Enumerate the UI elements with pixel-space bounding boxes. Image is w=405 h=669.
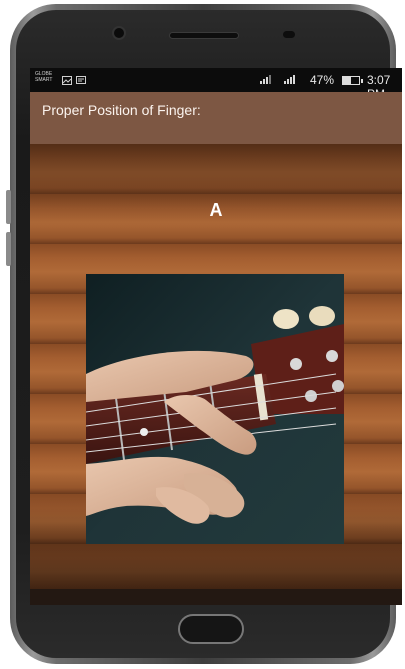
app-bar: Proper Position of Finger:	[30, 92, 402, 144]
volume-button	[6, 232, 11, 266]
signal-icon	[260, 74, 271, 84]
chord-label: A	[209, 200, 223, 220]
signal-icon	[284, 74, 295, 84]
status-bar: GLOBE SMART 47% 3:07 PM	[30, 68, 402, 101]
volume-button	[6, 190, 11, 224]
page-title: Proper Position of Finger:	[42, 102, 201, 118]
battery-percent: 47%	[310, 73, 335, 87]
gallery-icon	[62, 76, 72, 87]
front-camera	[114, 28, 124, 38]
carrier-name: GLOBE SMART	[35, 71, 52, 83]
battery-icon	[342, 76, 363, 85]
ukulele-chord-photo	[86, 274, 344, 544]
carrier-line: SMART	[35, 77, 53, 83]
earpiece-speaker	[170, 33, 238, 38]
home-button[interactable]	[178, 614, 244, 644]
screen: GLOBE SMART 47% 3:07 PM Proper Position …	[30, 68, 402, 605]
proximity-sensor	[283, 31, 295, 38]
bottom-bar	[30, 589, 402, 605]
message-icon	[76, 76, 86, 86]
